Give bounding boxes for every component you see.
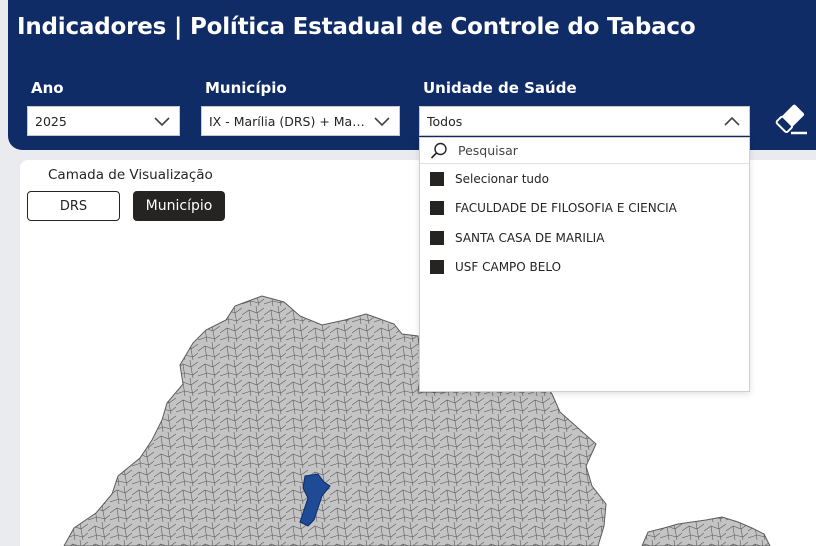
option-label: USF CAMPO BELO (455, 260, 562, 274)
checkbox[interactable] (430, 172, 444, 186)
search-placeholder: Pesquisar (458, 143, 518, 158)
option-faculdade[interactable]: FACULDADE DE FILOSOFIA E CIENCIA (430, 199, 677, 217)
checkbox[interactable] (430, 201, 444, 215)
option-label: SANTA CASA DE MARILIA (455, 231, 605, 245)
search-icon (430, 142, 447, 159)
option-select-all[interactable]: Selecionar tudo (430, 170, 549, 188)
checkbox[interactable] (430, 260, 444, 274)
option-santa-casa[interactable]: SANTA CASA DE MARILIA (430, 229, 604, 247)
dropdown-search[interactable]: Pesquisar (420, 138, 749, 164)
map-coast-shape (641, 516, 771, 546)
option-label: Selecionar tudo (455, 172, 549, 186)
option-usf-campo-belo[interactable]: USF CAMPO BELO (430, 258, 561, 276)
municipio-button[interactable]: Município (133, 191, 225, 221)
option-label: FACULDADE DE FILOSOFIA E CIENCIA (455, 201, 677, 215)
drs-button[interactable]: DRS (27, 191, 120, 221)
layer-label: Camada de Visualização (48, 167, 213, 183)
checkbox[interactable] (430, 231, 444, 245)
unidade-dropdown: Pesquisar Selecionar tudo FACULDADE DE F… (419, 137, 750, 392)
